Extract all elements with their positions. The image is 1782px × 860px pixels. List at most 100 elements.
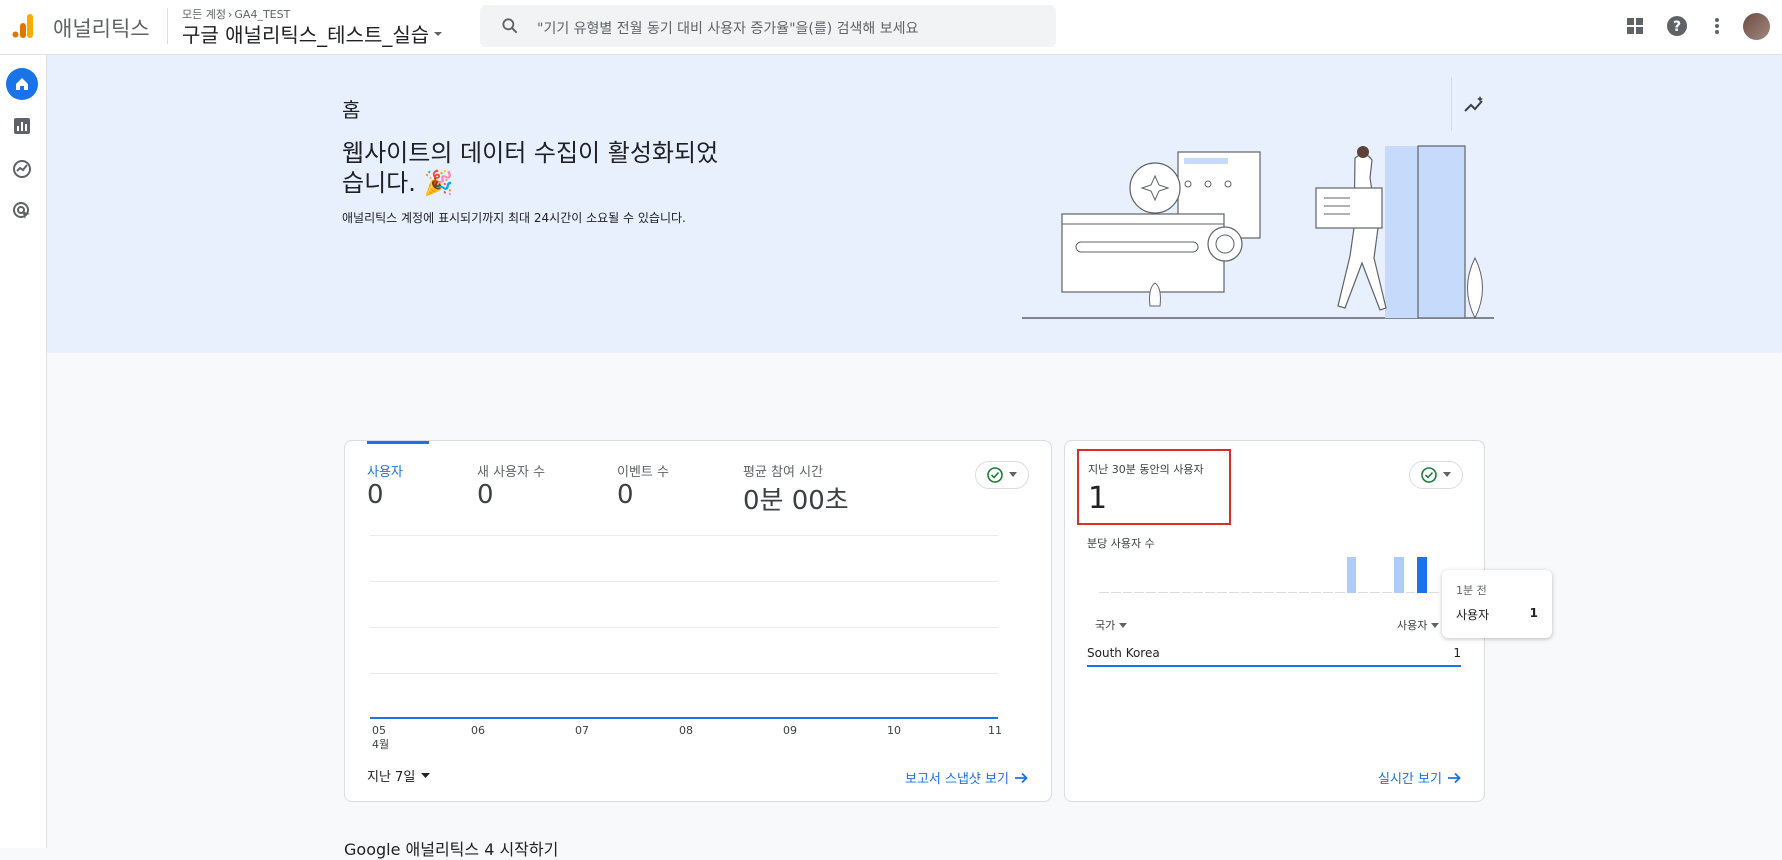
metric-value: 0 [367, 480, 384, 510]
metric-label: 평균 참여 시간 [743, 465, 824, 480]
x-tick-label: 10 [887, 724, 901, 737]
minute-bar[interactable] [1346, 557, 1357, 593]
nav-advertising-icon[interactable] [6, 195, 38, 227]
minute-bar[interactable] [1240, 592, 1251, 593]
caret-down-icon [1009, 472, 1017, 477]
chart-gridline [370, 673, 998, 674]
report-snapshot-link[interactable]: 보고서 스냅샷 보기 [905, 768, 1029, 787]
overview-card: 사용자 0 새 사용자 수 0 이벤트 수 0 평균 참여 시간 0분 00초 … [344, 440, 1052, 802]
minute-bar[interactable] [1169, 592, 1180, 593]
minute-bar[interactable] [1134, 592, 1145, 593]
search-icon [502, 18, 518, 34]
analytics-logo-icon[interactable] [12, 14, 34, 38]
minute-bar[interactable] [1122, 592, 1133, 593]
link-label: 보고서 스냅샷 보기 [905, 772, 1009, 787]
table-row[interactable]: South Korea 1 [1087, 645, 1461, 667]
minute-bar[interactable] [1193, 592, 1204, 593]
app-name: 애널리틱스 [53, 17, 150, 41]
metric-dropdown[interactable]: 사용자 [1397, 617, 1440, 633]
chart-gridline [370, 627, 998, 628]
page-title: 홈 [342, 98, 361, 122]
minute-bar[interactable] [1181, 592, 1192, 593]
active-metric-indicator [367, 441, 429, 444]
nav-home-icon[interactable] [6, 68, 38, 100]
svg-text:?: ? [1673, 19, 1681, 35]
metric-new-users[interactable]: 새 사용자 수 0 [477, 461, 545, 510]
minute-bar[interactable] [1205, 592, 1215, 593]
minute-bar[interactable] [1287, 592, 1298, 593]
minute-bar[interactable] [1417, 557, 1428, 593]
caret-down-icon [434, 31, 443, 36]
chart-gridline [370, 535, 998, 536]
realtime-link[interactable]: 실시간 보기 [1378, 768, 1462, 787]
per-minute-label: 분당 사용자 수 [1087, 537, 1155, 550]
minute-bar[interactable] [1299, 592, 1310, 593]
welcome-banner [47, 55, 1782, 353]
x-tick-label: 11 [988, 724, 1002, 737]
minute-bar[interactable] [1275, 592, 1286, 593]
minute-bar[interactable] [1252, 592, 1263, 593]
minute-bar[interactable] [1311, 592, 1322, 593]
minute-bar[interactable] [1146, 592, 1156, 593]
dimension-label: 국가 [1095, 619, 1116, 632]
date-range-dropdown[interactable]: 지난 7일 [367, 766, 431, 785]
realtime-users-highlight: 지난 30분 동안의 사용자 1 [1077, 449, 1231, 525]
metric-users[interactable]: 사용자 0 [367, 461, 403, 510]
x-tick-label: 07 [575, 724, 589, 737]
check-circle-icon [987, 467, 1003, 483]
nav-explore-icon[interactable] [6, 153, 38, 185]
realtime-card: 지난 30분 동안의 사용자 1 분당 사용자 수 국가 사용자 South K… [1064, 440, 1485, 802]
chart-gridline [370, 581, 998, 582]
minute-bar[interactable] [1382, 592, 1392, 593]
nav-reports-icon[interactable] [6, 110, 38, 142]
apps-grid-icon[interactable] [1623, 14, 1647, 38]
property-selector[interactable]: 구글 애널리틱스_테스트_실습 [182, 19, 443, 48]
comparison-status-button[interactable] [975, 461, 1029, 489]
x-tick-label: 09 [783, 724, 797, 737]
date-range-label: 지난 7일 [367, 770, 416, 785]
minute-bar[interactable] [1264, 592, 1274, 593]
caret-down-icon [421, 772, 431, 778]
metric-event-count[interactable]: 이벤트 수 0 [617, 461, 669, 510]
minute-bar[interactable] [1405, 592, 1416, 593]
minute-bar[interactable] [1323, 592, 1333, 593]
users-cell: 1 [1453, 646, 1461, 660]
minute-bar[interactable] [1099, 592, 1109, 593]
metric-avg-engagement[interactable]: 평균 참여 시간 0분 00초 [743, 461, 849, 517]
arrow-right-icon [1014, 772, 1028, 783]
minute-bar[interactable] [1393, 557, 1404, 593]
tooltip-label: 사용자 [1456, 608, 1490, 622]
x-tick-label: 08 [679, 724, 693, 737]
check-circle-icon [1421, 467, 1437, 483]
metric-label: 이벤트 수 [617, 465, 669, 480]
minute-bar[interactable] [1429, 592, 1439, 593]
account-avatar[interactable] [1743, 13, 1770, 40]
metric-value: 0 [477, 480, 494, 510]
minute-bar[interactable] [1157, 592, 1168, 593]
section-heading: Google 애널리틱스 4 시작하기 [344, 840, 559, 859]
minute-bar[interactable] [1370, 592, 1381, 593]
minute-bar[interactable] [1216, 592, 1227, 593]
minute-bar[interactable] [1110, 592, 1121, 593]
minute-bar[interactable] [1228, 592, 1239, 593]
dimension-dropdown[interactable]: 국가 [1095, 617, 1128, 633]
link-label: 실시간 보기 [1378, 772, 1442, 787]
caret-down-icon [1443, 472, 1451, 477]
search-placeholder: "기기 유형별 전월 동기 대비 사용자 증가율"을(를) 검색해 보세요 [537, 21, 919, 37]
more-vert-icon[interactable] [1705, 14, 1729, 38]
search-bar[interactable]: "기기 유형별 전월 동기 대비 사용자 증가율"을(를) 검색해 보세요 [480, 5, 1056, 47]
per-minute-bar-chart [1099, 557, 1441, 593]
metric-value: 0 [617, 480, 634, 510]
arrow-right-icon [1447, 772, 1461, 783]
left-nav [0, 55, 47, 848]
header-divider [167, 8, 168, 44]
chart-tooltip: 1분 전 사용자 1 [1442, 570, 1552, 638]
help-icon[interactable]: ? [1665, 14, 1689, 38]
banner-headline: 웹사이트의 데이터 수집이 활성화되었습니다. 🎉 [342, 139, 719, 197]
realtime-title: 지난 30분 동안의 사용자 [1088, 463, 1204, 476]
comparison-status-button[interactable] [1409, 461, 1463, 489]
minute-bar[interactable] [1334, 592, 1345, 593]
minute-bar[interactable] [1358, 592, 1369, 593]
banner-subtext: 애널리틱스 계정에 표시되기까지 최대 24시간이 소요될 수 있습니다. [342, 211, 686, 225]
insights-icon[interactable] [1462, 94, 1486, 118]
